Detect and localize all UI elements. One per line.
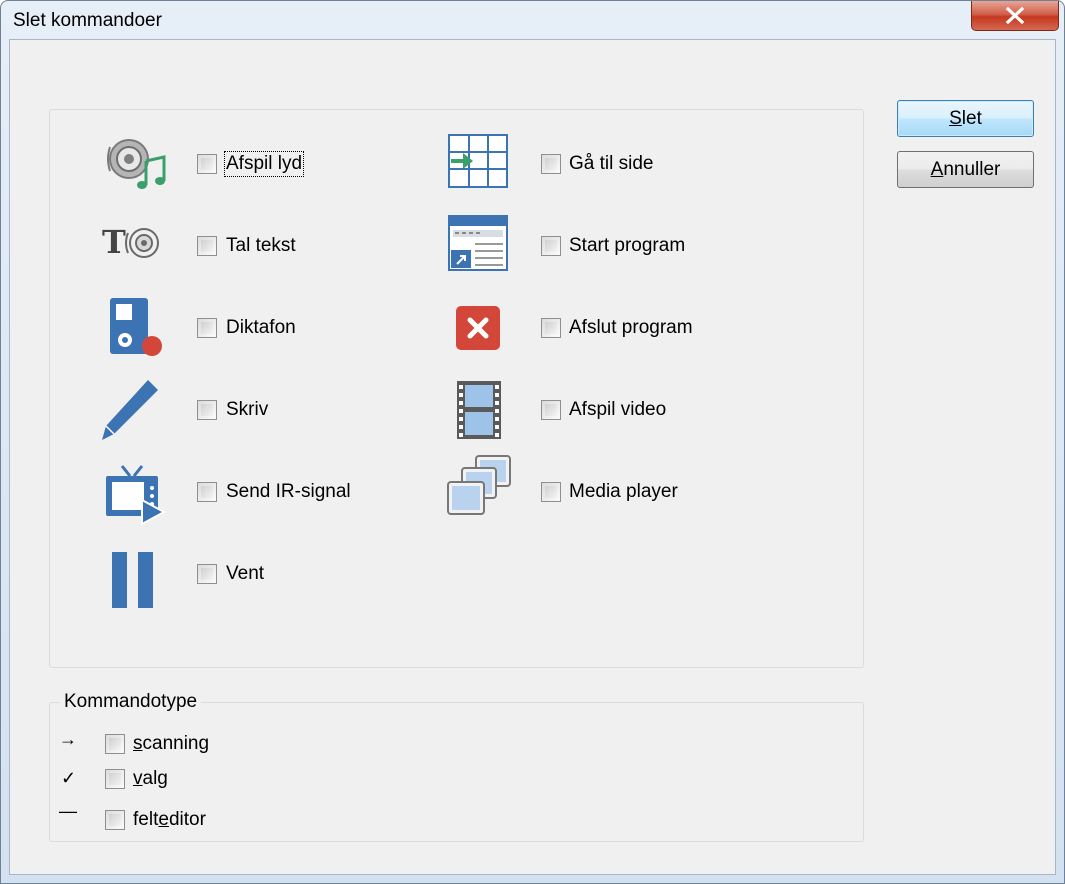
film-icon: [457, 381, 501, 439]
title-bar[interactable]: Slet kommandoer: [1, 1, 1064, 39]
tal-tekst-label[interactable]: Tal tekst: [226, 235, 296, 257]
close-button[interactable]: [971, 1, 1059, 31]
goto-page-icon: [448, 134, 508, 188]
scanning-label[interactable]: scanning: [133, 733, 209, 755]
cancel-button[interactable]: Annuller: [897, 151, 1034, 188]
afspil-video-checkbox[interactable]: [541, 400, 561, 420]
start-program-label[interactable]: Start program: [569, 235, 685, 257]
tv-remote-icon: [106, 465, 166, 526]
checkmark-icon: ✓: [61, 768, 77, 788]
diktafon-label[interactable]: Diktafon: [226, 317, 296, 339]
dialog-client-area: Afspil lyd T Tal tekst Diktafon Skriv Se…: [9, 39, 1056, 875]
scanning-checkbox[interactable]: [105, 734, 125, 754]
pencil-icon: [102, 380, 158, 440]
felteditor-label[interactable]: felteditor: [133, 809, 206, 831]
dialog-window: Slet kommandoer Afspil lyd T Tal tekst D…: [0, 0, 1065, 884]
valg-label[interactable]: valg: [133, 768, 168, 790]
ga-til-side-checkbox[interactable]: [541, 154, 561, 174]
speaker-music-icon: [107, 139, 166, 189]
afspil-lyd-label[interactable]: Afspil lyd: [223, 151, 305, 177]
text-to-speech-icon: T: [102, 223, 159, 261]
arrow-right-icon: →: [59, 729, 77, 749]
close-program-icon: [456, 306, 500, 350]
skriv-label[interactable]: Skriv: [226, 399, 268, 421]
media-player-icon: [447, 455, 511, 515]
svg-text:T: T: [102, 223, 126, 261]
window-title: Slet kommandoer: [13, 10, 162, 31]
vent-label[interactable]: Vent: [226, 563, 264, 585]
diktafon-checkbox[interactable]: [197, 318, 217, 338]
ga-til-side-label[interactable]: Gå til side: [569, 153, 653, 175]
command-type-group: Kommandotype → scanning ✓ valg — feltedi…: [49, 691, 864, 842]
media-player-checkbox[interactable]: [541, 482, 561, 502]
afslut-program-checkbox[interactable]: [541, 318, 561, 338]
start-program-icon: [448, 215, 508, 271]
dash-icon: —: [59, 801, 77, 821]
felteditor-checkbox[interactable]: [105, 810, 125, 830]
delete-button[interactable]: Slet: [897, 100, 1034, 137]
afspil-video-label[interactable]: Afspil video: [569, 399, 666, 421]
tal-tekst-checkbox[interactable]: [197, 236, 217, 256]
valg-checkbox[interactable]: [105, 769, 125, 789]
send-ir-signal-label[interactable]: Send IR-signal: [226, 481, 351, 503]
pause-icon: [112, 552, 153, 608]
start-program-checkbox[interactable]: [541, 236, 561, 256]
afspil-lyd-checkbox[interactable]: [197, 154, 217, 174]
skriv-checkbox[interactable]: [197, 400, 217, 420]
vent-checkbox[interactable]: [197, 564, 217, 584]
media-player-label[interactable]: Media player: [569, 481, 678, 503]
commands-panel: Afspil lyd T Tal tekst Diktafon Skriv Se…: [49, 109, 864, 668]
dictaphone-icon: [110, 298, 162, 356]
close-icon: [1005, 7, 1025, 24]
send-ir-signal-checkbox[interactable]: [197, 482, 217, 502]
afslut-program-label[interactable]: Afslut program: [569, 317, 693, 339]
command-type-label: Kommandotype: [60, 691, 202, 713]
